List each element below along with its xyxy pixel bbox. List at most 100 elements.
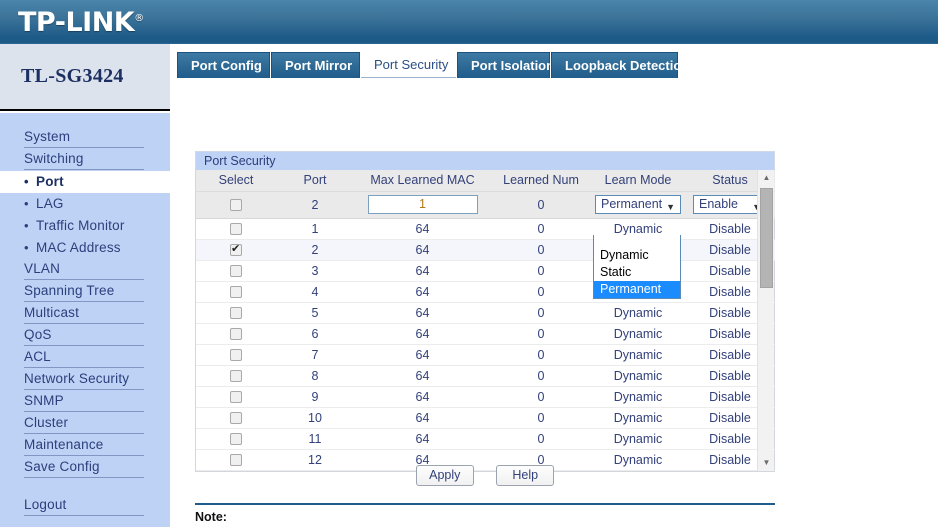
cell-select — [196, 302, 276, 324]
action-buttons: Apply Help — [195, 465, 775, 486]
chevron-down-icon: ▼ — [666, 202, 675, 212]
row-select-checkbox[interactable] — [230, 433, 242, 446]
sidebar-item-maintenance[interactable]: Maintenance — [24, 435, 144, 456]
scroll-up-icon[interactable]: ▲ — [758, 170, 775, 186]
sidebar-item-multicast[interactable]: Multicast — [24, 303, 144, 324]
sidebar-item-label: Spanning Tree — [24, 283, 115, 298]
sidebar-item-qos[interactable]: QoS — [24, 325, 144, 346]
cell-learned-num: 0 — [491, 191, 591, 219]
tab-loopback-detection[interactable]: Loopback Detection — [551, 52, 689, 79]
cell-select — [196, 239, 276, 261]
cell-select — [196, 191, 276, 219]
cell-select — [196, 407, 276, 429]
sidebar-item-acl[interactable]: ACL — [24, 347, 144, 368]
sidebar-item-traffic-monitor[interactable]: • Traffic Monitor — [0, 215, 170, 237]
cell-max-learned-mac: 64 — [354, 239, 491, 261]
table-row: 11 64 0 Dynamic Disable — [196, 428, 775, 450]
port-security-table-wrap: Select Port Max Learned MAC Learned Num Lear… — [195, 170, 775, 472]
cell-port: 7 — [276, 344, 354, 366]
sidebar-item-cluster[interactable]: Cluster — [24, 413, 144, 434]
sidebar-item-label: ACL — [24, 349, 51, 364]
table-row: 4640DynamicDisable — [196, 281, 775, 303]
sidebar-item-vlan[interactable]: VLAN — [24, 259, 144, 280]
sidebar-item-label: Network Security — [24, 371, 130, 386]
cell-select — [196, 260, 276, 282]
sidebar-item-label: Multicast — [24, 305, 80, 320]
note-title: Note: — [195, 510, 227, 524]
cell-port: 11 — [276, 428, 354, 450]
cell-learned-num: 0 — [491, 365, 591, 387]
cell-max-learned-mac: 64 — [354, 323, 491, 345]
sidebar-item-label: VLAN — [24, 261, 61, 276]
cell-max-learned-mac: 64 — [354, 386, 491, 408]
column-header-learned-num: Learned Num — [491, 170, 591, 192]
sidebar-item-label: Port — [36, 174, 64, 189]
row-select-checkbox[interactable] — [230, 242, 242, 257]
row-select-checkbox[interactable] — [230, 223, 242, 236]
sidebar-item-save-config[interactable]: Save Config — [24, 457, 144, 478]
status-select[interactable]: Enable▼ — [693, 195, 767, 214]
sidebar-nav: System Switching • Port • LAG • Traffic Monitor… — [0, 113, 170, 527]
help-button[interactable]: Help — [496, 465, 555, 486]
sidebar-item-switching[interactable]: Switching — [24, 149, 144, 170]
row-select-checkbox[interactable] — [230, 286, 242, 299]
apply-button[interactable]: Apply — [415, 465, 474, 486]
sidebar-item-port[interactable]: • Port — [0, 171, 170, 193]
row-select-checkbox[interactable] — [230, 307, 242, 320]
sidebar-item-label: LAG — [36, 196, 64, 211]
port-config-edit-row: 210Permanent▼Enable▼ — [196, 191, 775, 219]
sidebar-item-logout[interactable]: Logout — [24, 495, 144, 516]
learn-mode-option-dynamic[interactable]: Dynamic — [594, 247, 680, 264]
cell-learned-num: 0 — [491, 281, 591, 303]
sidebar-item-label: Traffic Monitor — [36, 218, 125, 233]
status-value: Enable — [699, 197, 738, 211]
table-row: 5 64 0 Dynamic Disable — [196, 302, 775, 324]
bullet-icon: • — [24, 218, 29, 233]
tab-port-config[interactable]: Port Config — [177, 52, 270, 79]
learn-mode-dropdown-list[interactable]: Dynamic Static Permanent — [593, 235, 681, 299]
learn-mode-option-static[interactable]: Static — [594, 264, 680, 281]
cell-select — [196, 344, 276, 366]
tab-port-mirror[interactable]: Port Mirror — [271, 52, 360, 79]
sidebar-item-snmp[interactable]: SNMP — [24, 391, 144, 412]
sidebar-item-lag[interactable]: • LAG — [0, 193, 170, 215]
sidebar-item-spanning-tree[interactable]: Spanning Tree — [24, 281, 144, 302]
max-learned-mac-input[interactable]: 1 — [367, 195, 478, 214]
cell-port: 2 — [276, 191, 354, 219]
row-select-checkbox[interactable] — [230, 391, 242, 404]
tab-port-isolation[interactable]: Port Isolation — [457, 52, 554, 79]
device-model-name: TL-SG3424 — [21, 65, 124, 87]
select-checkbox[interactable] — [230, 199, 242, 212]
sidebar-item-label: QoS — [24, 327, 52, 342]
learn-mode-option-permanent[interactable]: Permanent — [594, 281, 680, 298]
table-row: 2640DynamicDisable — [196, 239, 775, 261]
row-select-checkbox[interactable] — [230, 370, 242, 383]
sidebar-item-network-security[interactable]: Network Security — [24, 369, 144, 390]
bullet-icon: • — [24, 196, 29, 211]
cell-learn-mode: Dynamic — [591, 428, 685, 450]
cell-port: 9 — [276, 386, 354, 408]
cell-port: 2 — [276, 239, 354, 261]
tplink-logo: TP-LINK® — [18, 7, 144, 38]
sidebar-item-system[interactable]: System — [24, 127, 144, 148]
sidebar-item-label: Save Config — [24, 459, 100, 474]
sidebar-item-mac-address[interactable]: • MAC Address — [0, 237, 170, 259]
sidebar-item-label: System — [24, 129, 71, 144]
table-row: 7 64 0 Dynamic Disable — [196, 344, 775, 366]
learn-mode-select[interactable]: Permanent ▼ — [595, 195, 681, 214]
port-security-table: Select Port Max Learned MAC Learned Num Lear… — [196, 170, 775, 471]
row-select-checkbox[interactable] — [230, 349, 242, 362]
row-select-checkbox[interactable] — [230, 328, 242, 341]
cell-select — [196, 323, 276, 345]
cell-learn-mode: Dynamic — [591, 323, 685, 345]
cell-max-learned-mac: 64 — [354, 407, 491, 429]
row-select-checkbox[interactable] — [230, 412, 242, 425]
scrollbar-thumb[interactable] — [760, 188, 773, 288]
row-select-checkbox[interactable] — [230, 265, 242, 278]
cell-learned-num: 0 — [491, 386, 591, 408]
cell-max-learned-mac: 64 — [354, 302, 491, 324]
cell-learned-num: 0 — [491, 344, 591, 366]
table-vertical-scrollbar[interactable]: ▲ ▼ — [757, 170, 774, 471]
tab-port-security[interactable]: Port Security — [361, 52, 456, 79]
